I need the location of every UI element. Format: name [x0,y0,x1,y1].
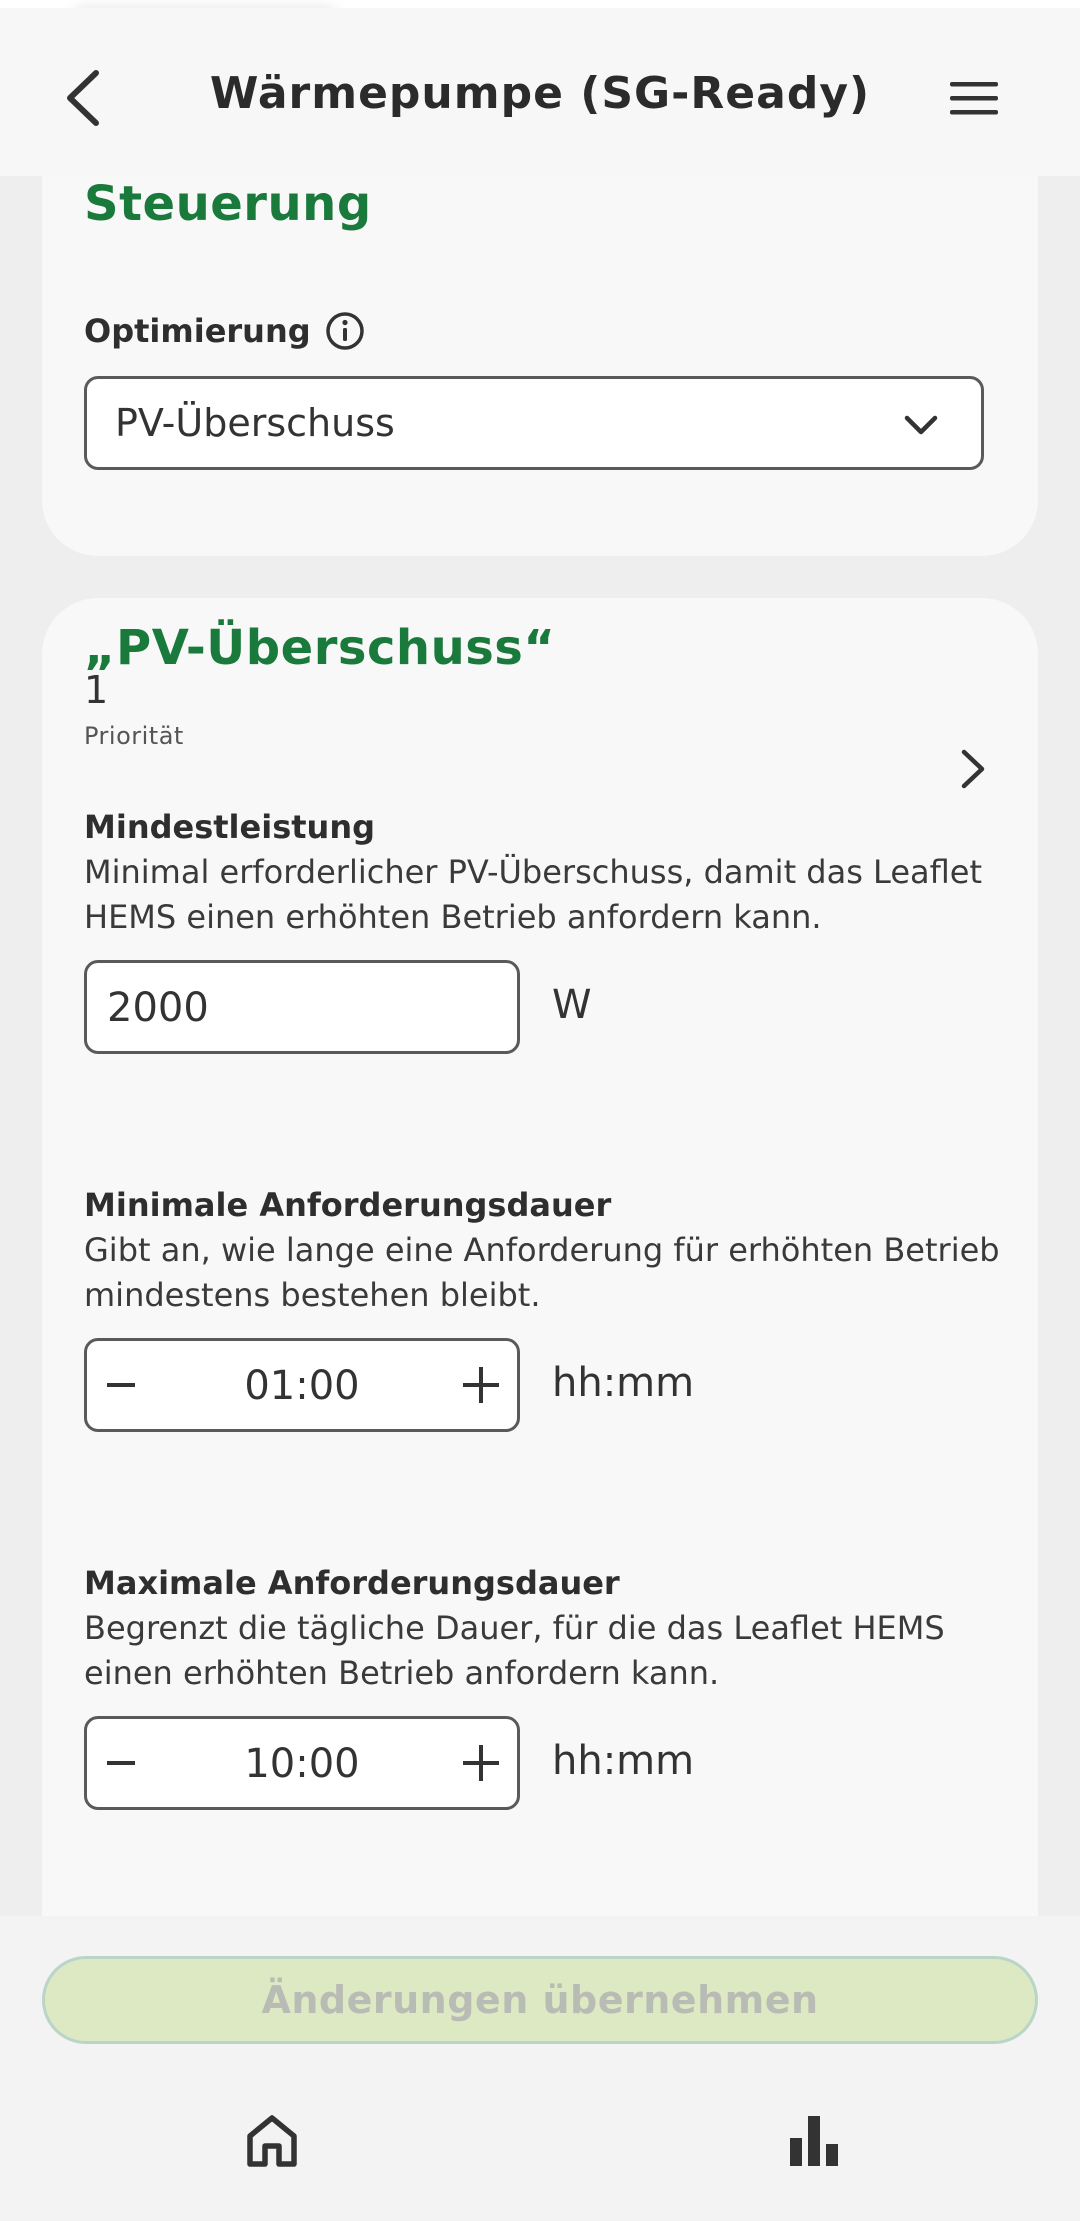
scroll-content[interactable]: Steuerung Optimierung PV-Überschuss „PV-… [0,176,1080,1916]
max-dauer-stepper[interactable]: 10:00 [84,1716,520,1810]
chevron-right-icon[interactable] [952,744,992,794]
priority-label: Priorität [84,722,184,750]
optimierung-value: PV-Überschuss [115,401,395,445]
min-dauer-description: Gibt an, wie lange eine Anforderung für … [84,1231,1000,1314]
info-icon[interactable] [324,310,366,352]
priority-value[interactable]: 1 [84,668,108,712]
bottom-bar: Änderungen übernehmen [0,1916,1080,2221]
mindestleistung-label: Mindestleistung [84,808,375,846]
mindestleistung-description: Minimal erforderlicher PV-Überschuss, da… [84,853,982,936]
optimierung-select[interactable]: PV-Überschuss [84,376,984,470]
steuerung-card [42,176,1038,556]
max-dauer-unit: hh:mm [552,1738,695,1784]
mindestleistung-unit: W [552,982,592,1028]
chevron-down-icon [904,415,938,435]
page-title: Wärmepumpe (SG-Ready) [209,68,871,119]
min-dauer-unit: hh:mm [552,1360,695,1406]
bar-chart-icon[interactable] [786,2112,842,2168]
plus-icon[interactable] [463,1367,499,1403]
min-dauer-stepper[interactable]: 01:00 [84,1338,520,1432]
min-dauer-value[interactable]: 01:00 [87,1363,517,1409]
apply-changes-button[interactable]: Änderungen übernehmen [42,1956,1038,2044]
menu-icon[interactable] [944,70,1004,126]
home-icon[interactable] [244,2112,300,2168]
mindestleistung-input[interactable]: 2000 [84,960,520,1054]
app-header: Wärmepumpe (SG-Ready) [0,8,1080,176]
max-dauer-description: Begrenzt die tägliche Dauer, für die das… [84,1609,945,1692]
steuerung-heading: Steuerung [84,176,372,232]
mindestleistung-value: 2000 [107,985,209,1031]
plus-icon[interactable] [463,1745,499,1781]
min-dauer-label: Minimale Anforderungsdauer [84,1186,612,1224]
max-dauer-label: Maximale Anforderungsdauer [84,1564,620,1602]
optimierung-label: Optimierung [84,312,311,350]
max-dauer-value[interactable]: 10:00 [87,1741,517,1787]
pv-section-heading: „PV-Überschuss“ [84,620,556,676]
